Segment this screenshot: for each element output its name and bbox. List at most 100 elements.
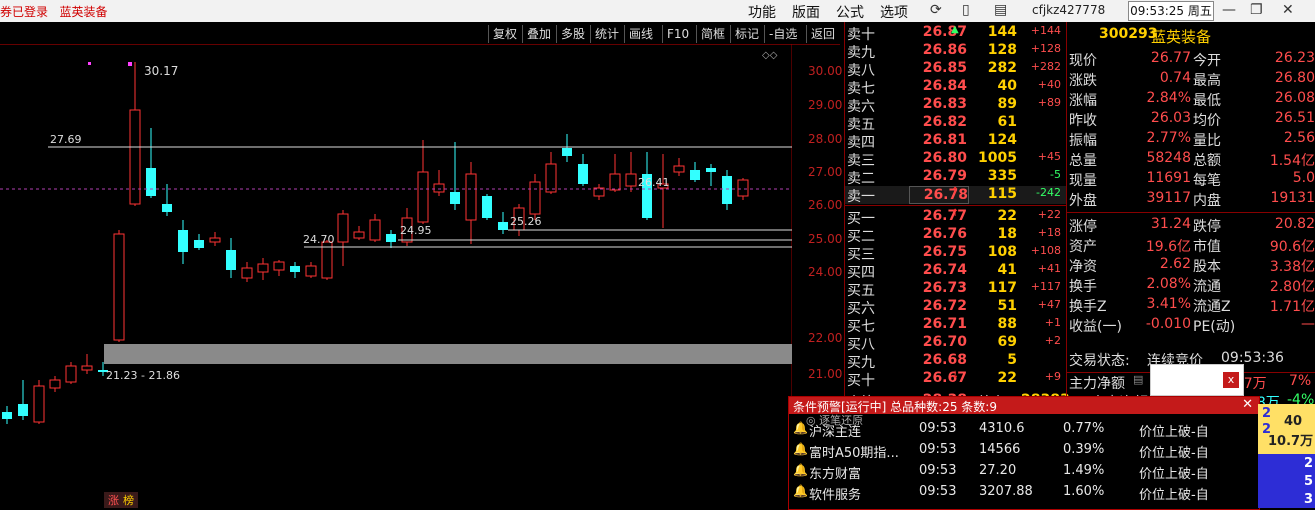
toolbar-button-multi[interactable]: 多股: [556, 25, 589, 43]
bell-icon: 🔔: [793, 463, 808, 477]
toolbar-button-f10[interactable]: F10: [662, 25, 693, 43]
level-price: 26.84: [922, 78, 967, 94]
alert-pct: 1.60%: [1063, 484, 1105, 499]
level-price: 26.70: [922, 334, 967, 350]
phone-icon[interactable]: ▯: [962, 2, 970, 18]
level-price: 26.81: [922, 132, 967, 148]
price-axis-label: 29.00: [808, 98, 843, 112]
ask-row[interactable]: 卖四 26.81 124: [845, 132, 1067, 151]
menu-function[interactable]: 功能: [748, 2, 776, 22]
main-net-label: 主力净额: [1069, 376, 1125, 392]
candle-body: [241, 267, 253, 279]
close-icon[interactable]: ✕: [1282, 2, 1294, 18]
alert-row[interactable]: 🔔 富时A50期指... 09:53 14566 0.39% 价位上破-自: [789, 440, 1259, 461]
info-value: 1.54亿: [1269, 153, 1315, 169]
toolbar-button-overlay[interactable]: 叠加: [522, 25, 555, 43]
ask-row[interactable]: 卖五 26.82 61: [845, 114, 1067, 133]
info-value: 5.0: [1292, 170, 1315, 186]
bid-row[interactable]: 买十 26.67 22 +9 ↓: [845, 370, 1067, 389]
toolbar-button-back[interactable]: 返回: [806, 25, 839, 43]
alert-row[interactable]: 🔔 软件服务 09:53 3207.88 1.60% 价位上破-自: [789, 482, 1259, 503]
menu-layout[interactable]: 版面: [792, 2, 820, 22]
ask-row[interactable]: 卖六 26.83 89 +89: [845, 96, 1067, 115]
toolbar-button-simple[interactable]: 简框: [696, 25, 729, 43]
bid-row[interactable]: 买八 26.70 69 +2: [845, 334, 1067, 353]
alert-condition: 价位上破-自: [1139, 467, 1209, 482]
candle-body: [737, 179, 749, 197]
toolbar-button-fuquan[interactable]: 复权: [488, 25, 521, 43]
info-label: 涨幅: [1069, 93, 1097, 109]
level-price: 26.78: [909, 186, 969, 204]
login-status-text: 券已登录: [0, 5, 49, 19]
ask-row[interactable]: 卖九 26.86 128 +128: [845, 42, 1067, 61]
bottom-tag-rank[interactable]: 榜: [123, 493, 134, 507]
chart-icon[interactable]: ▤: [1133, 373, 1143, 386]
bid-row[interactable]: 买二 26.76 18 +18: [845, 226, 1067, 245]
toolbar-button-mark[interactable]: 标记: [730, 25, 763, 43]
menu-options[interactable]: 选项: [880, 2, 908, 22]
stock-code: 300293: [1099, 26, 1158, 42]
info-row: 振幅 2.77% 量比 2.56: [1067, 130, 1315, 150]
toolbar-button-watchlist[interactable]: -自选: [764, 25, 801, 43]
ask-row[interactable]: 卖八 26.85 282 +282: [845, 60, 1067, 79]
messages-icon[interactable]: ▤: [994, 2, 1007, 18]
ask-row[interactable]: 卖七 26.84 40 +40: [845, 78, 1067, 97]
bid-row[interactable]: 买九 26.68 5: [845, 352, 1067, 371]
level-change: +18: [1037, 226, 1061, 239]
level-change: +45: [1037, 150, 1061, 163]
toolbar-button-draw[interactable]: 画线: [624, 25, 657, 43]
candle-body: [545, 163, 557, 193]
info-value: 3.38亿: [1269, 259, 1315, 275]
level-price: 26.85: [922, 60, 967, 76]
expand-icon[interactable]: ◇◇: [762, 50, 778, 61]
info-label: 内盘: [1193, 193, 1221, 209]
price-axis-label: 27.00: [808, 165, 843, 179]
alert-row[interactable]: 🔔 东方财富 09:53 27.20 1.49% 价位上破-自: [789, 461, 1259, 482]
level-change: +2: [1044, 334, 1061, 347]
candlestick-chart[interactable]: 30.17 27.69 24.70 24.95 25.26 26.41 21.2…: [0, 44, 792, 508]
level-change: +40: [1037, 78, 1061, 91]
bid-row[interactable]: 买五 26.73 117 +117: [845, 280, 1067, 299]
info-value: 20.82: [1274, 216, 1315, 232]
info-label: 总额: [1193, 153, 1221, 169]
level-change: +128: [1030, 42, 1061, 55]
price-axis-label: 24.00: [808, 265, 843, 279]
level-price: 26.76: [922, 226, 967, 242]
candle-body: [162, 204, 172, 212]
level-change: +9: [1044, 370, 1061, 383]
ask-row[interactable]: 卖十 26.87 144 +144 ▲: [845, 24, 1067, 43]
bid-row[interactable]: 买四 26.74 41 +41: [845, 262, 1067, 281]
user-account[interactable]: cfjkz427778: [1032, 3, 1105, 17]
menu-formula[interactable]: 公式: [836, 2, 864, 22]
ask-row[interactable]: 卖三 26.80 1005 +45: [845, 150, 1067, 169]
candle-body: [305, 265, 317, 277]
info-value: 2.77%: [1146, 130, 1191, 146]
level-price: 26.83: [922, 96, 967, 112]
bottom-tag-up[interactable]: 涨: [108, 494, 119, 507]
level-change: +282: [1030, 60, 1061, 73]
ask-row[interactable]: 卖二 26.79 335 -5: [845, 168, 1067, 187]
alert-close-icon[interactable]: ✕: [1242, 397, 1253, 412]
popup-close-button[interactable]: x: [1223, 372, 1239, 388]
refresh-icon[interactable]: ⟳: [930, 2, 942, 18]
bid-row[interactable]: 买六 26.72 51 +47: [845, 298, 1067, 317]
info-label: 收益(一): [1069, 319, 1122, 335]
bid-row[interactable]: 买一 26.77 22 +22 ↑: [845, 208, 1067, 227]
toolbar-button-stats[interactable]: 统计: [590, 25, 623, 43]
candle-body: [226, 250, 236, 270]
level-volume: 22: [997, 208, 1017, 224]
level-change: +117: [1030, 280, 1061, 293]
restore-icon[interactable]: ❐: [1250, 2, 1263, 18]
bid-row[interactable]: 买三 26.75 108 +108: [845, 244, 1067, 263]
minimize-icon[interactable]: —: [1222, 2, 1236, 18]
bid-row[interactable]: 买七 26.71 88 +1: [845, 316, 1067, 335]
level-label: 卖二: [847, 171, 875, 187]
info-label: PE(动): [1193, 319, 1236, 335]
info-label: 每笔: [1193, 173, 1221, 189]
candle-body: [673, 165, 685, 173]
ask-row[interactable]: 卖一 26.78 115 -242 ↑: [845, 186, 1067, 205]
info-row: 总量 58248 总额 1.54亿: [1067, 150, 1315, 170]
tick-replay-tab[interactable]: ◎ 逐笔还原: [806, 412, 863, 428]
alert-name: 富时A50期指...: [809, 446, 899, 461]
level-volume: 61: [997, 114, 1017, 130]
